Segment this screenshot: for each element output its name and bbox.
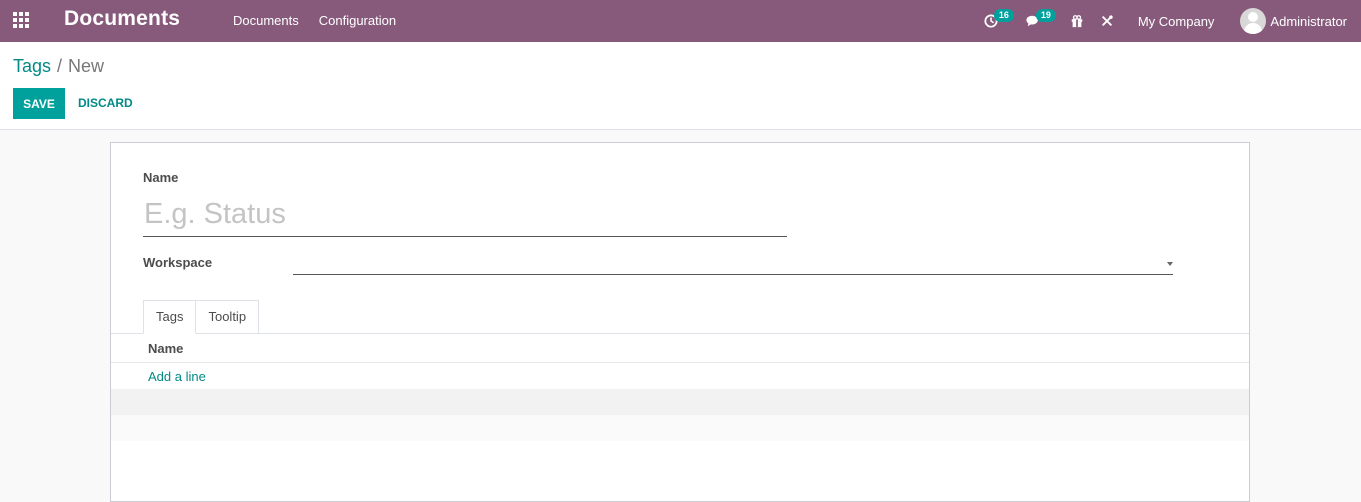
apps-grid-icon[interactable] — [13, 12, 31, 28]
column-header-name[interactable]: Name — [148, 341, 183, 356]
user-menu[interactable]: Administrator — [1240, 0, 1361, 42]
app-title[interactable]: Documents — [64, 7, 180, 31]
activity-count-badge: 16 — [993, 9, 1014, 22]
table-row — [111, 389, 1249, 415]
debug-tools-button[interactable] — [1092, 0, 1128, 42]
gift-button[interactable] — [1062, 0, 1092, 42]
tab-divider — [111, 333, 1249, 334]
tab-tags[interactable]: Tags — [143, 300, 197, 334]
add-line-link[interactable]: Add a line — [148, 369, 206, 384]
workspace-label: Workspace — [143, 255, 213, 270]
name-input[interactable] — [143, 193, 787, 237]
tools-icon — [1101, 15, 1113, 27]
breadcrumb: Tags / New — [13, 56, 104, 77]
main-menu: Documents Configuration — [233, 13, 396, 28]
top-navbar: Documents Documents Configuration 16 19 — [0, 0, 1361, 42]
company-switcher[interactable]: My Company — [1128, 0, 1241, 42]
control-panel: Tags / New SAVE DISCARD — [0, 42, 1361, 130]
avatar — [1240, 8, 1267, 34]
table-row — [111, 415, 1249, 441]
dropdown-caret-icon[interactable] — [1167, 262, 1173, 266]
activity-button[interactable]: 16 — [976, 0, 1018, 42]
messages-button[interactable]: 19 — [1018, 0, 1062, 42]
table-row — [111, 363, 1249, 389]
discard-button[interactable]: DISCARD — [78, 88, 133, 119]
name-label: Name — [143, 170, 179, 185]
messages-count-badge: 19 — [1035, 9, 1056, 22]
notebook-tabs: Tags Tooltip — [143, 300, 260, 334]
workspace-select[interactable] — [293, 253, 1173, 275]
menu-item-configuration[interactable]: Configuration — [319, 13, 396, 28]
systray: 16 19 My Company Administrator — [976, 0, 1361, 42]
form-sheet: Name Workspace Tags Tooltip Name Add a l… — [110, 142, 1250, 502]
gift-icon — [1071, 15, 1083, 28]
breadcrumb-current: New — [68, 56, 105, 76]
tab-tooltip[interactable]: Tooltip — [195, 300, 260, 334]
user-name: Administrator — [1270, 13, 1347, 29]
breadcrumb-tags-link[interactable]: Tags — [13, 56, 51, 76]
breadcrumb-separator: / — [57, 56, 63, 76]
menu-item-documents[interactable]: Documents — [233, 13, 299, 28]
save-button[interactable]: SAVE — [13, 88, 65, 119]
